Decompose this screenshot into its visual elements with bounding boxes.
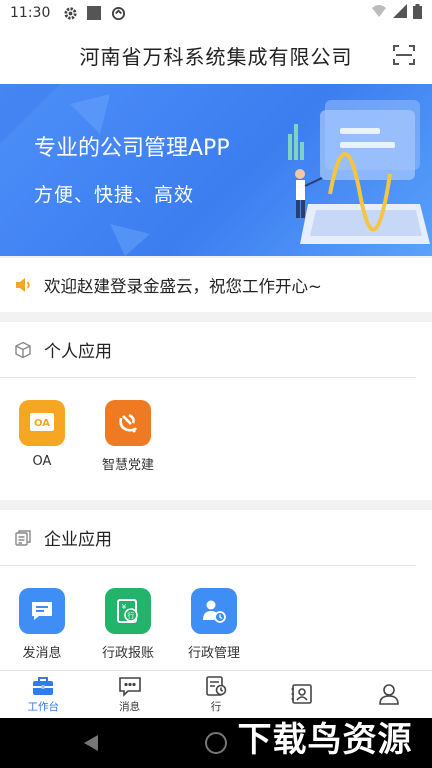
status-time: 11:30 <box>10 5 51 21</box>
laptop-illustration <box>288 100 430 244</box>
party-emblem-icon[interactable] <box>105 400 151 446</box>
itinerary-icon <box>204 675 228 697</box>
signal-icon <box>393 4 407 22</box>
status-right <box>371 3 422 23</box>
speaker-icon <box>14 275 34 295</box>
document-stack-icon <box>14 529 32 547</box>
chat-icon <box>118 675 142 697</box>
welcome-notice: 欢迎赵建登录金盛云，祝您工作开心~ <box>0 258 432 312</box>
banner-subtitle: 方便、快捷、高效 <box>34 184 195 206</box>
app-label: 行政管理 <box>188 646 241 661</box>
app-label: 发消息 <box>22 646 62 661</box>
status-bar: 11:30 <box>0 0 432 26</box>
admin-manage-icon[interactable] <box>191 588 237 634</box>
gear-icon <box>62 5 78 21</box>
cube-icon <box>14 341 32 359</box>
reimburse-icon[interactable]: ¥ 行 <box>105 588 151 634</box>
tab-label: 消息 <box>119 701 141 713</box>
app-send-message[interactable]: 发消息 <box>18 588 104 661</box>
welcome-text: 欢迎赵建登录金盛云，祝您工作开心~ <box>44 277 322 296</box>
app-reimburse[interactable]: ¥ 行 行政报账 <box>102 588 190 661</box>
sync-icon <box>110 5 126 21</box>
enterprise-apps-grid: 发消息 ¥ 行 行政报账 行政管理 <box>0 566 432 661</box>
tab-label: 工作台 <box>27 701 59 713</box>
app-header: 河南省万科系统集成有限公司 <box>0 26 432 84</box>
personal-apps-section: 个人应用 OA OA 智慧党建 <box>0 322 432 500</box>
watermark: 下载鸟资源 <box>237 719 413 760</box>
tab-workbench[interactable]: 工作台 <box>0 671 86 718</box>
app-label: 智慧党建 <box>102 458 155 473</box>
person-icon <box>377 683 401 705</box>
app-admin-manage[interactable]: 行政管理 <box>188 588 276 661</box>
app-label: OA <box>32 454 52 469</box>
personal-apps-header: 个人应用 <box>0 322 416 378</box>
app-oa[interactable]: OA OA <box>18 400 104 473</box>
briefcase-icon <box>31 675 55 697</box>
personal-apps-title: 个人应用 <box>44 342 112 362</box>
app-party-building[interactable]: 智慧党建 <box>102 400 190 473</box>
contacts-icon <box>290 683 314 705</box>
enterprise-apps-section: 企业应用 发消息 ¥ 行 行政报账 行政管理 <box>0 510 432 670</box>
enterprise-apps-title: 企业应用 <box>44 530 112 550</box>
battery-icon <box>413 3 422 23</box>
back-icon[interactable] <box>82 733 100 757</box>
tab-messages[interactable]: 消息 <box>86 671 172 718</box>
promo-banner[interactable]: 专业的公司管理APP 方便、快捷、高效 <box>0 84 432 256</box>
tab-label: 行 <box>210 701 222 713</box>
app-label: 行政报账 <box>102 646 155 661</box>
svg-text:¥: ¥ <box>122 603 127 611</box>
square-icon <box>86 5 102 21</box>
svg-text:OA: OA <box>34 418 50 429</box>
svg-text:行: 行 <box>128 611 135 620</box>
company-title: 河南省万科系统集成有限公司 <box>79 44 353 69</box>
enterprise-apps-header: 企业应用 <box>0 510 416 566</box>
wifi-icon <box>371 4 387 22</box>
banner-title: 专业的公司管理APP <box>34 136 230 161</box>
personal-apps-grid: OA OA 智慧党建 <box>0 378 432 473</box>
scan-icon[interactable] <box>392 43 416 67</box>
message-icon[interactable] <box>19 588 65 634</box>
oa-icon[interactable]: OA <box>19 400 65 446</box>
